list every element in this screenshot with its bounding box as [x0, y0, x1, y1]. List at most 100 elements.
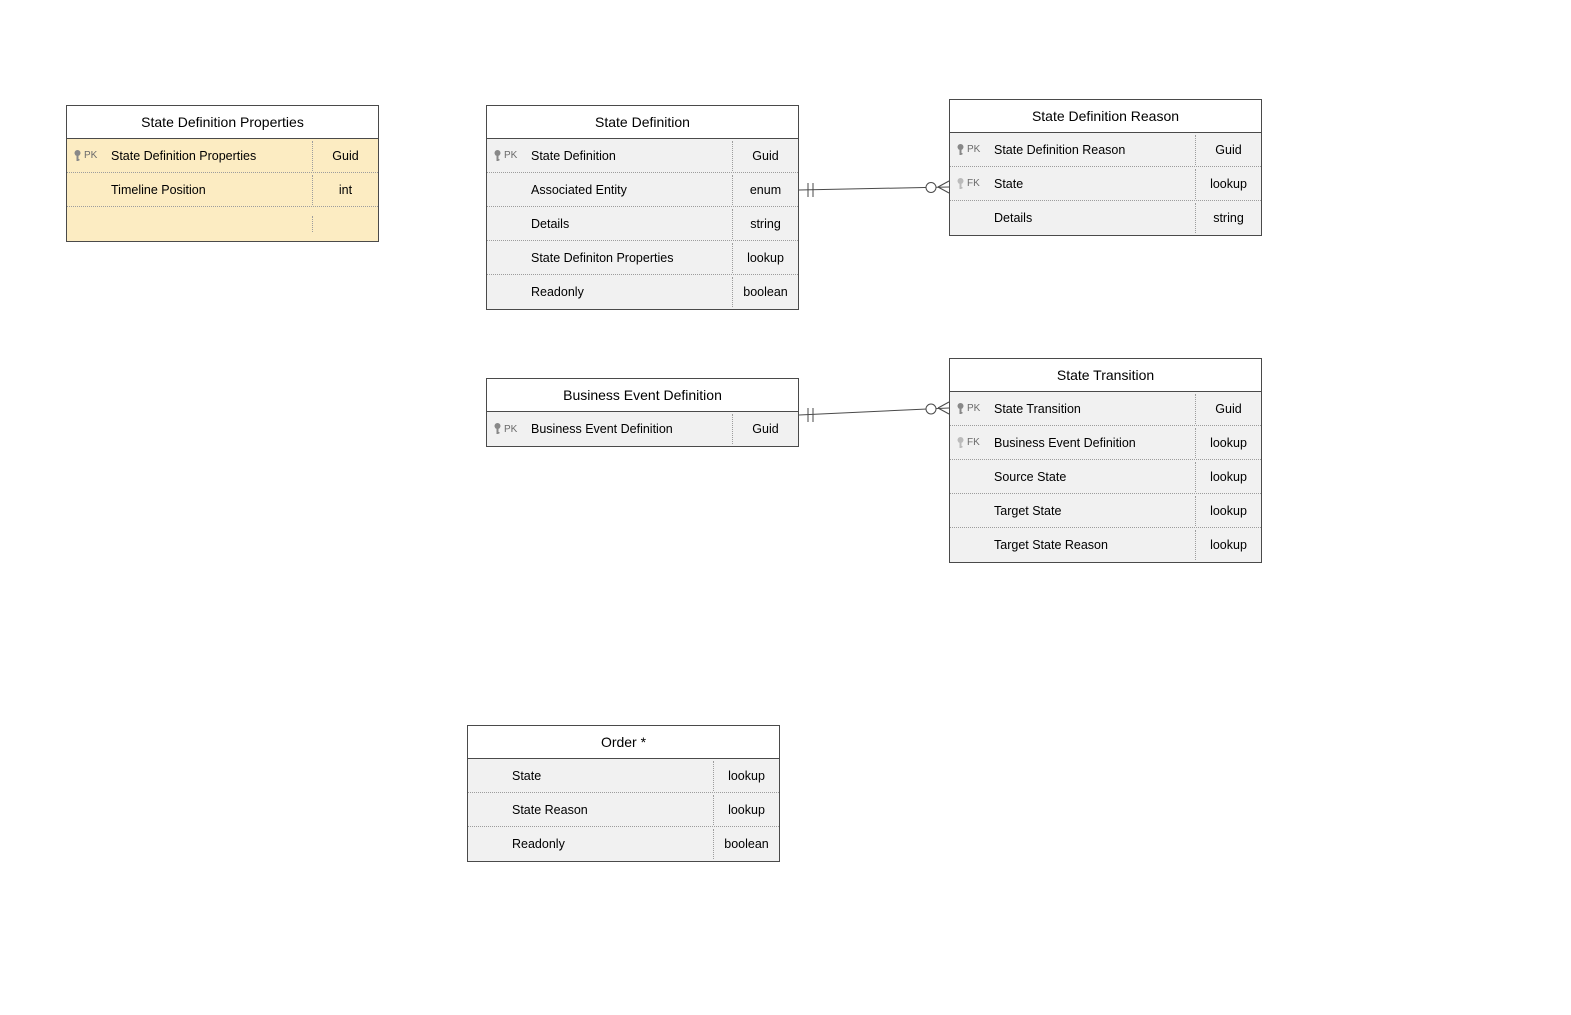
- field-name: Details: [523, 209, 732, 239]
- entity-title: State Definition Properties: [67, 106, 378, 139]
- field-name: [103, 216, 312, 232]
- field-name: Source State: [986, 462, 1195, 492]
- field-type: Guid: [732, 414, 798, 444]
- table-row: State Definiton Properties lookup: [487, 241, 798, 275]
- field-name: State Reason: [504, 795, 713, 825]
- entity-body: State lookup State Reason lookup Readonl…: [468, 759, 779, 861]
- field-type: Guid: [1195, 135, 1261, 165]
- table-row: State Reason lookup: [468, 793, 779, 827]
- table-row: PK State Definition Reason Guid: [950, 133, 1261, 167]
- entity-body: PK State Definition Guid Associated Enti…: [487, 139, 798, 309]
- field-type: lookup: [1195, 496, 1261, 526]
- field-type: Guid: [732, 141, 798, 171]
- field-name: Readonly: [504, 829, 713, 859]
- key-label: FK: [967, 437, 980, 448]
- field-type: boolean: [732, 277, 798, 307]
- key-icon: [493, 422, 502, 436]
- field-type: string: [732, 209, 798, 239]
- key-icon: [956, 177, 965, 191]
- entity-body: PK State Transition Guid FK Business Eve…: [950, 392, 1261, 562]
- table-row: FK State lookup: [950, 167, 1261, 201]
- key-cell: FK: [950, 177, 986, 191]
- field-name: State: [504, 761, 713, 791]
- entity-body: PK State Definition Reason Guid FK State…: [950, 133, 1261, 235]
- field-name: Business Event Definition: [986, 428, 1195, 458]
- field-name: Target State: [986, 496, 1195, 526]
- table-row: PK Business Event Definition Guid: [487, 412, 798, 446]
- key-cell: PK: [67, 149, 103, 163]
- key-cell: FK: [950, 436, 986, 450]
- key-label: PK: [504, 424, 517, 435]
- field-type: Guid: [312, 141, 378, 171]
- field-type: lookup: [713, 761, 779, 791]
- key-icon: [956, 402, 965, 416]
- connector-bed-to-transition: [799, 402, 949, 422]
- table-row: Readonly boolean: [468, 827, 779, 861]
- diagram-canvas: State Definition Properties PK State Def…: [0, 0, 1571, 1015]
- field-name: Details: [986, 203, 1195, 233]
- entity-body: PK Business Event Definition Guid: [487, 412, 798, 446]
- entity-title: Order *: [468, 726, 779, 759]
- table-row: Timeline Position int: [67, 173, 378, 207]
- field-type: lookup: [1195, 462, 1261, 492]
- entity-business-event-definition: Business Event Definition PK Business Ev…: [486, 378, 799, 447]
- key-icon: [956, 436, 965, 450]
- table-row: PK State Definition Properties Guid: [67, 139, 378, 173]
- field-name: Timeline Position: [103, 175, 312, 205]
- key-label: PK: [84, 150, 97, 161]
- field-name: State Definition: [523, 141, 732, 171]
- field-type: [312, 216, 378, 232]
- key-label: PK: [504, 150, 517, 161]
- key-label: PK: [967, 144, 980, 155]
- field-type: lookup: [732, 243, 798, 273]
- field-name: State Definition Reason: [986, 135, 1195, 165]
- key-cell: PK: [950, 143, 986, 157]
- field-name: State Definiton Properties: [523, 243, 732, 273]
- key-icon: [73, 149, 82, 163]
- key-label: FK: [967, 178, 980, 189]
- field-type: Guid: [1195, 394, 1261, 424]
- field-name: Target State Reason: [986, 530, 1195, 560]
- table-row: Details string: [487, 207, 798, 241]
- table-row: FK Business Event Definition lookup: [950, 426, 1261, 460]
- connector-statedef-to-reason: [799, 181, 949, 197]
- field-type: int: [312, 175, 378, 205]
- field-name: State Definition Properties: [103, 141, 312, 171]
- table-row: State lookup: [468, 759, 779, 793]
- entity-title: State Definition Reason: [950, 100, 1261, 133]
- key-cell: PK: [487, 422, 523, 436]
- key-label: PK: [967, 403, 980, 414]
- field-name: Business Event Definition: [523, 414, 732, 444]
- entity-body: PK State Definition Properties Guid Time…: [67, 139, 378, 241]
- field-name: Readonly: [523, 277, 732, 307]
- entity-order: Order * State lookup State Reason lookup…: [467, 725, 780, 862]
- table-row: Target State lookup: [950, 494, 1261, 528]
- table-row: Source State lookup: [950, 460, 1261, 494]
- table-row: PK State Definition Guid: [487, 139, 798, 173]
- table-row: Details string: [950, 201, 1261, 235]
- field-name: Associated Entity: [523, 175, 732, 205]
- entity-state-definition-properties: State Definition Properties PK State Def…: [66, 105, 379, 242]
- entity-state-definition-reason: State Definition Reason PK State Definit…: [949, 99, 1262, 236]
- table-row: Readonly boolean: [487, 275, 798, 309]
- field-type: string: [1195, 203, 1261, 233]
- field-type: enum: [732, 175, 798, 205]
- entity-state-transition: State Transition PK State Transition Gui…: [949, 358, 1262, 563]
- field-type: lookup: [713, 795, 779, 825]
- entity-title: Business Event Definition: [487, 379, 798, 412]
- entity-title: State Definition: [487, 106, 798, 139]
- field-type: boolean: [713, 829, 779, 859]
- table-row: [67, 207, 378, 241]
- field-type: lookup: [1195, 169, 1261, 199]
- key-cell: PK: [487, 149, 523, 163]
- key-icon: [956, 143, 965, 157]
- table-row: Target State Reason lookup: [950, 528, 1261, 562]
- field-type: lookup: [1195, 530, 1261, 560]
- table-row: Associated Entity enum: [487, 173, 798, 207]
- key-icon: [493, 149, 502, 163]
- field-name: State: [986, 169, 1195, 199]
- field-type: lookup: [1195, 428, 1261, 458]
- field-name: State Transition: [986, 394, 1195, 424]
- entity-title: State Transition: [950, 359, 1261, 392]
- entity-state-definition: State Definition PK State Definition Gui…: [486, 105, 799, 310]
